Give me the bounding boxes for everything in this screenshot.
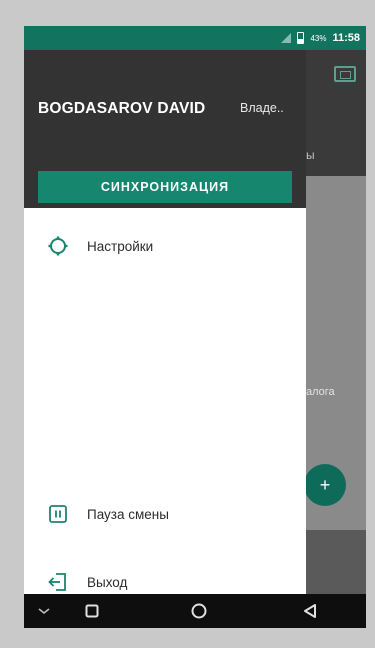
menu-item-pause-shift[interactable]: Пауза смены <box>24 494 306 534</box>
add-fab-button[interactable]: + <box>304 464 346 506</box>
menu-item-settings[interactable]: Настройки <box>24 226 306 266</box>
sync-button[interactable]: СИНХРОНИЗАЦИЯ <box>38 171 292 203</box>
pause-icon <box>46 502 70 526</box>
menu-label-settings: Настройки <box>87 238 154 254</box>
logout-icon <box>46 570 70 594</box>
navigation-drawer: BOGDASAROV DAVID Владе.. СИНХРОНИЗАЦИЯ Н… <box>24 50 306 594</box>
qr-scan-icon[interactable] <box>334 66 356 82</box>
phone-screen: 43% 11:58 ы алога + BOGDASAROV DAVID Вла… <box>24 26 366 628</box>
user-name: BOGDASAROV DAVID <box>38 100 206 117</box>
back-icon[interactable] <box>298 594 322 628</box>
battery-icon <box>297 32 305 44</box>
background-dialog-text: алога <box>306 386 335 398</box>
signal-icon <box>281 33 292 43</box>
chevron-down-icon[interactable] <box>34 594 54 628</box>
battery-percent: 43% <box>310 33 327 43</box>
status-bar: 43% 11:58 <box>24 26 366 50</box>
home-icon[interactable] <box>187 594 211 628</box>
background-tab-text: ы <box>306 148 315 162</box>
gear-icon <box>46 234 70 258</box>
clock: 11:58 <box>332 32 360 44</box>
menu-label-pause-shift: Пауза смены <box>87 506 169 522</box>
menu-label-logout: Выход <box>87 574 128 590</box>
drawer-header: BOGDASAROV DAVID Владе.. СИНХРОНИЗАЦИЯ <box>24 50 306 208</box>
system-nav-bar <box>24 594 366 628</box>
recents-icon[interactable] <box>80 594 104 628</box>
user-role: Владе.. <box>240 101 284 115</box>
